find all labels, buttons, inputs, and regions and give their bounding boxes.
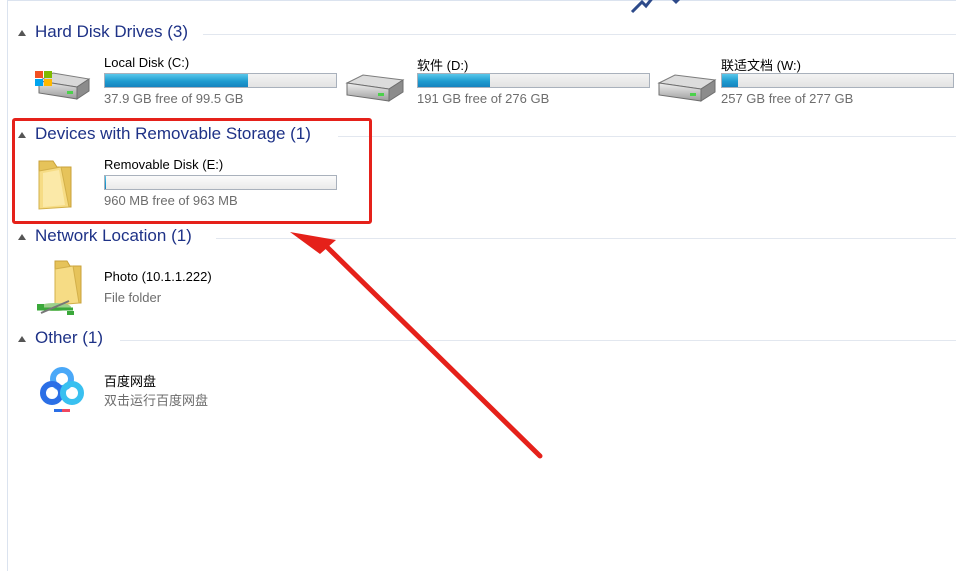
annotation-arrow <box>290 232 543 459</box>
